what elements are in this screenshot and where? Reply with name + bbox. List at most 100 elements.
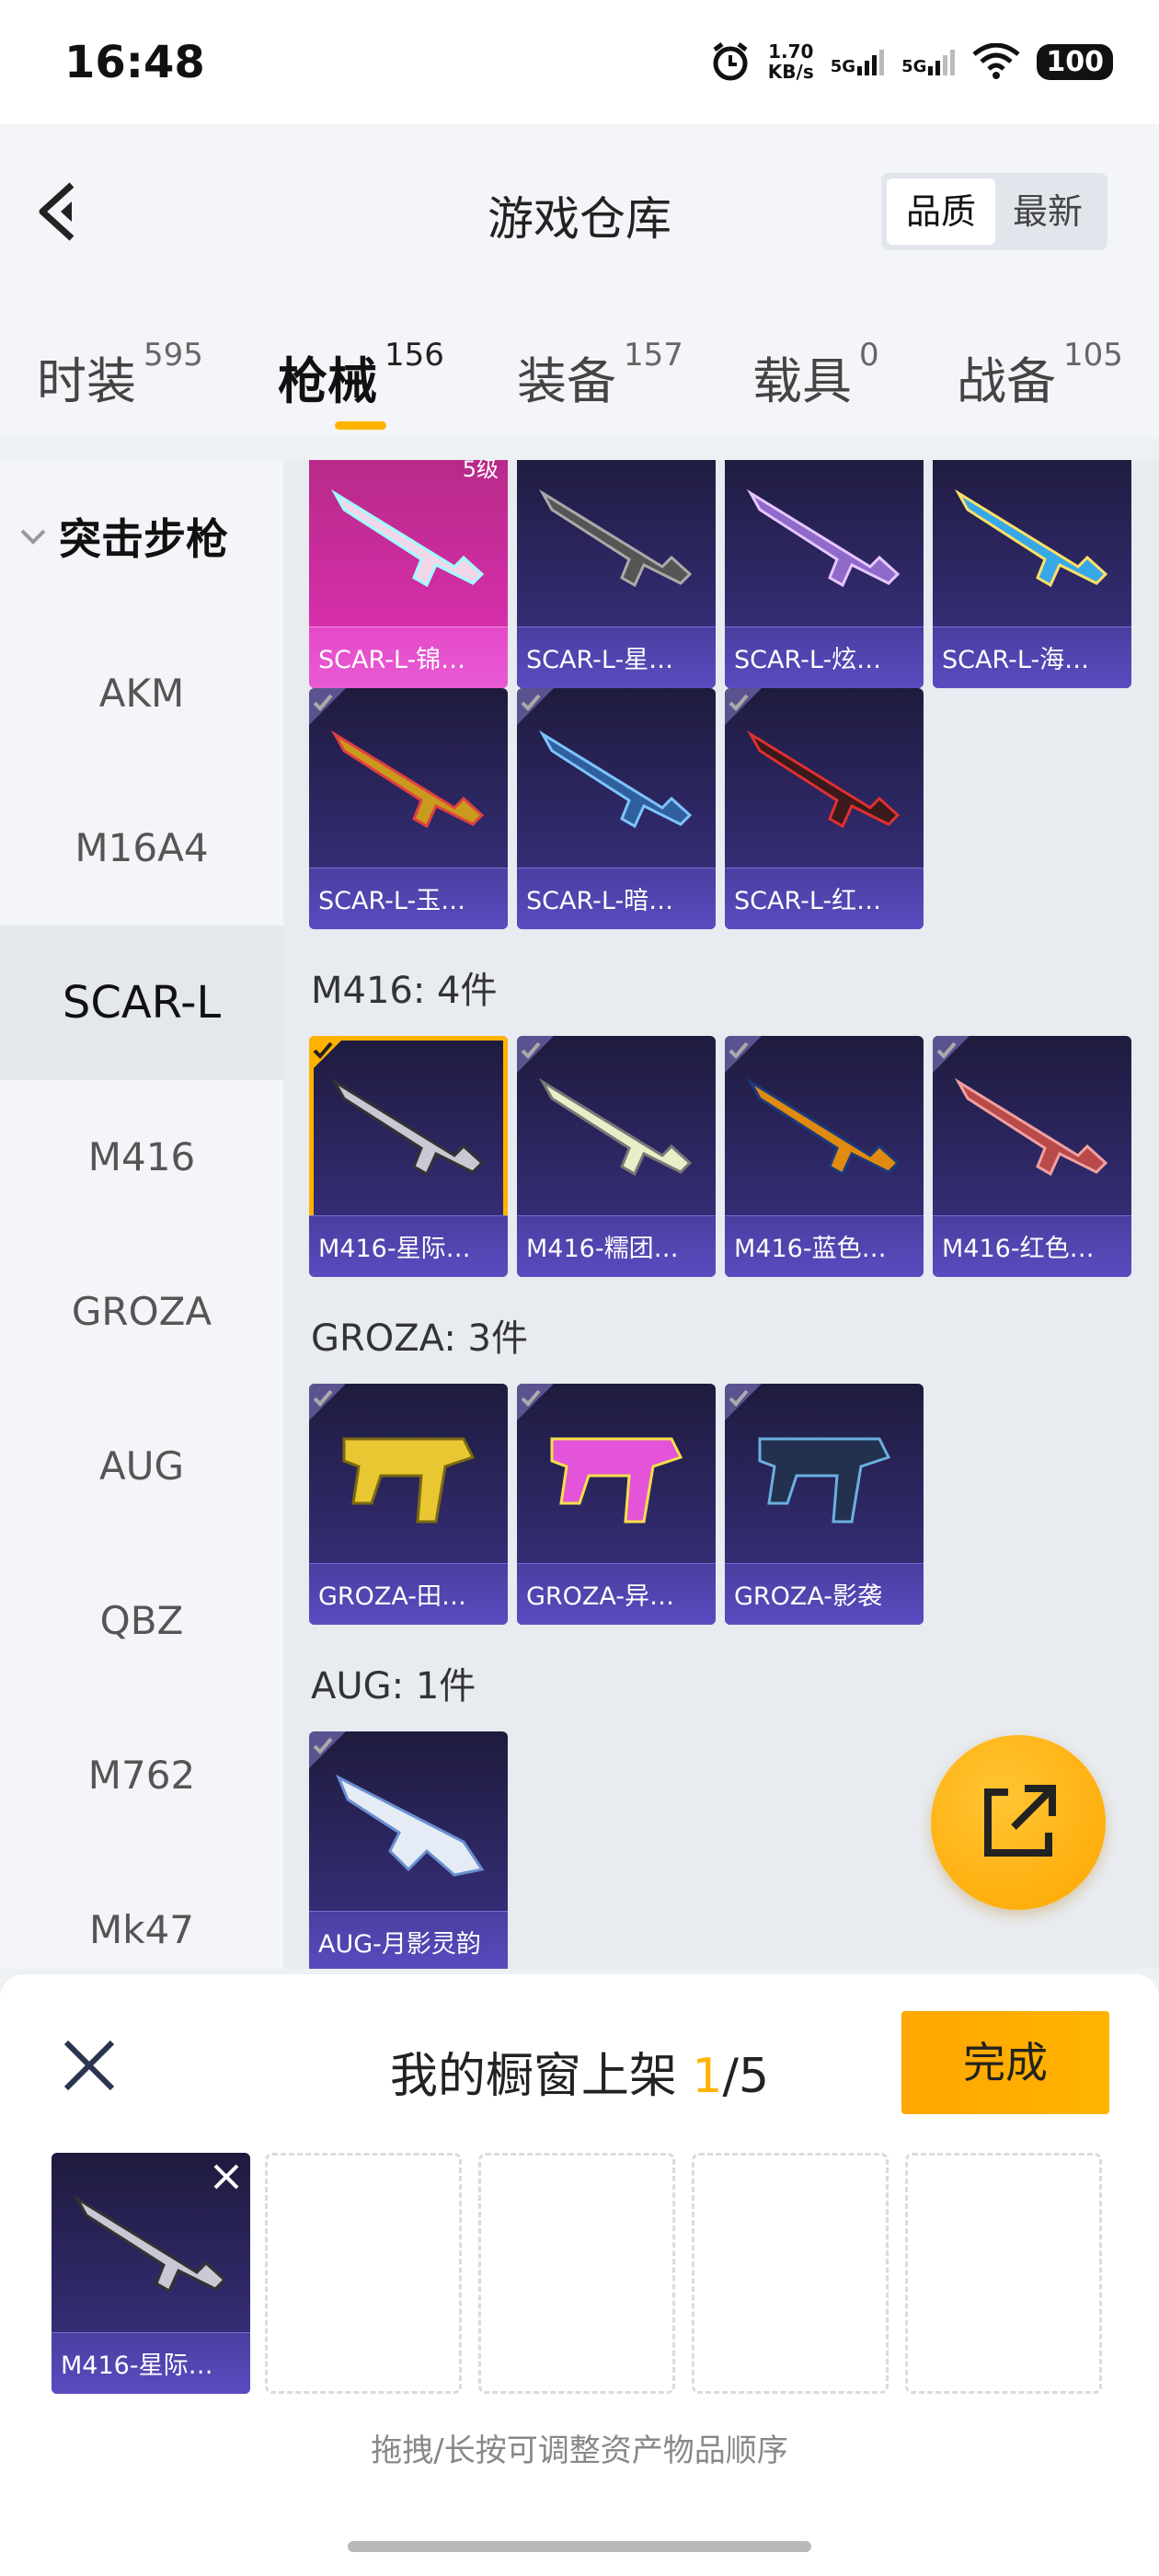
weapon-card[interactable]: M416-红色… xyxy=(933,1036,1131,1277)
rifle-icon xyxy=(330,730,485,829)
card-label: M416-星际… xyxy=(318,1235,471,1263)
chevron-down-icon xyxy=(20,529,46,545)
showcase-count: 1 xyxy=(692,2049,723,2104)
section-header-aug: AUG: 1件 xyxy=(311,1665,476,1708)
tab-vehicles[interactable]: 载具 0 xyxy=(752,337,879,413)
weapon-card[interactable]: AUG-月影灵韵 xyxy=(309,1731,508,1969)
sim2-signal: 5G xyxy=(901,48,956,75)
status-time: 16:48 xyxy=(64,37,205,88)
showcase-total: /5 xyxy=(722,2049,770,2104)
rifle-icon xyxy=(342,1437,476,1524)
weapon-card[interactable]: M416-蓝色… xyxy=(725,1036,924,1277)
tab-count: 0 xyxy=(859,337,879,374)
card-label: M416-蓝色… xyxy=(734,1235,887,1263)
panel-title-text: 我的橱窗上架 xyxy=(389,2049,677,2104)
rifle-icon xyxy=(538,489,693,588)
weapon-card[interactable]: SCAR-L-星… xyxy=(517,460,716,688)
rifle-icon xyxy=(538,730,693,829)
tab-count: 156 xyxy=(384,337,444,374)
sidebar-item-groza[interactable]: GROZA xyxy=(0,1235,283,1389)
net-speed-unit: KB/s xyxy=(767,61,814,83)
share-button[interactable] xyxy=(931,1735,1106,1910)
tab-count: 595 xyxy=(143,337,203,374)
card-label: SCAR-L-锦… xyxy=(318,646,466,674)
sort-quality-button[interactable]: 品质 xyxy=(887,178,995,245)
card-label: SCAR-L-星… xyxy=(526,646,674,674)
sidebar-item-aug[interactable]: AUG xyxy=(0,1389,283,1544)
tab-guns[interactable]: 枪械 156 xyxy=(278,337,444,413)
rifle-icon xyxy=(538,1077,693,1177)
rifle-icon xyxy=(746,489,901,588)
tab-indicator xyxy=(335,421,386,430)
tab-label: 载具 xyxy=(752,352,852,410)
card-label: M416-糯团… xyxy=(526,1235,679,1263)
rifle-icon xyxy=(746,1077,901,1177)
sidebar-item-qbz[interactable]: QBZ xyxy=(0,1544,283,1698)
card-label: SCAR-L-红… xyxy=(734,887,882,915)
card-label: GROZA-异… xyxy=(526,1582,675,1611)
weapon-card[interactable]: SCAR-L-炫… xyxy=(725,460,924,688)
tab-supplies[interactable]: 战备 105 xyxy=(957,337,1123,413)
section-header-m416: M416: 4件 xyxy=(311,970,498,1012)
card-label: M416-星际… xyxy=(61,2352,213,2380)
weapon-card[interactable]: GROZA-田… xyxy=(309,1384,508,1625)
share-icon xyxy=(984,1785,1056,1857)
sidebar-item-m762[interactable]: M762 xyxy=(0,1698,283,1853)
remove-icon[interactable] xyxy=(208,2158,245,2195)
rifle-icon xyxy=(758,1437,891,1524)
weapon-card[interactable]: GROZA-影袭 xyxy=(725,1384,924,1625)
weapon-card[interactable]: SCAR-L-海… xyxy=(933,460,1131,688)
sidebar-item-m16a4[interactable]: M16A4 xyxy=(0,771,283,926)
weapon-card[interactable]: GROZA-异… xyxy=(517,1384,716,1625)
showcase-slot-empty[interactable] xyxy=(692,2153,889,2394)
sort-toggle: 品质 最新 xyxy=(881,173,1107,250)
showcase-slot-empty[interactable] xyxy=(478,2153,675,2394)
card-label: GROZA-影袭 xyxy=(734,1582,883,1611)
rifle-icon xyxy=(330,1077,485,1177)
showcase-slot-filled[interactable]: M416-星际… xyxy=(52,2153,250,2394)
signal-icon xyxy=(928,50,956,75)
tab-label: 战备 xyxy=(957,352,1056,410)
sim1-label: 5G xyxy=(830,57,856,76)
signal-icon xyxy=(857,50,885,75)
weapon-card[interactable]: 5级 SCAR-L-锦… xyxy=(309,460,508,688)
tab-fashion[interactable]: 时装 595 xyxy=(37,337,203,413)
status-icons: 1.70 KB/s 5G 5G 100 xyxy=(709,40,1113,83)
showcase-slot-empty[interactable] xyxy=(265,2153,462,2394)
section-header-groza: GROZA: 3件 xyxy=(311,1317,528,1360)
hint-text: 拖拽/长按可调整资产物品顺序 xyxy=(371,2432,788,2469)
weapon-card[interactable]: SCAR-L-玉… xyxy=(309,688,508,929)
card-label: SCAR-L-海… xyxy=(942,646,1090,674)
weapon-card[interactable]: M416-糯团… xyxy=(517,1036,716,1277)
alarm-icon xyxy=(713,42,748,81)
done-button[interactable]: 完成 xyxy=(901,2011,1109,2114)
wifi-icon xyxy=(972,43,1020,79)
tab-count: 105 xyxy=(1063,337,1123,374)
weapon-card[interactable]: SCAR-L-红… xyxy=(725,688,924,929)
sidebar-item-scar-l[interactable]: SCAR-L xyxy=(0,926,283,1080)
showcase-slot-empty[interactable] xyxy=(905,2153,1102,2394)
tab-label: 装备 xyxy=(517,352,616,410)
sidebar-category-label: 突击步枪 xyxy=(59,514,228,564)
weapon-card[interactable]: SCAR-L-暗… xyxy=(517,688,716,929)
rifle-icon xyxy=(954,489,1108,588)
card-label: SCAR-L-炫… xyxy=(734,646,882,674)
weapon-card[interactable]: M416-星际… xyxy=(309,1036,508,1277)
tab-count: 157 xyxy=(624,337,683,374)
sim2-label: 5G xyxy=(901,57,927,76)
sidebar-item-akm[interactable]: AKM xyxy=(0,616,283,771)
card-label: GROZA-田… xyxy=(318,1582,467,1611)
card-label: SCAR-L-暗… xyxy=(526,887,674,915)
rifle-icon xyxy=(954,1077,1108,1177)
sidebar-item-m416[interactable]: M416 xyxy=(0,1080,283,1235)
sim1-signal: 5G xyxy=(831,48,885,75)
battery-icon: 100 xyxy=(1037,43,1113,80)
tab-equipment[interactable]: 装备 157 xyxy=(517,337,683,413)
sidebar-category[interactable]: 突击步枪 xyxy=(18,506,228,567)
level-badge: 5级 xyxy=(462,460,499,482)
tab-label: 枪械 xyxy=(278,352,377,410)
rifle-icon xyxy=(330,489,485,588)
sort-latest-button[interactable]: 最新 xyxy=(993,178,1102,245)
home-indicator[interactable] xyxy=(348,2541,811,2552)
net-speed: 1.70 KB/s xyxy=(768,41,814,82)
